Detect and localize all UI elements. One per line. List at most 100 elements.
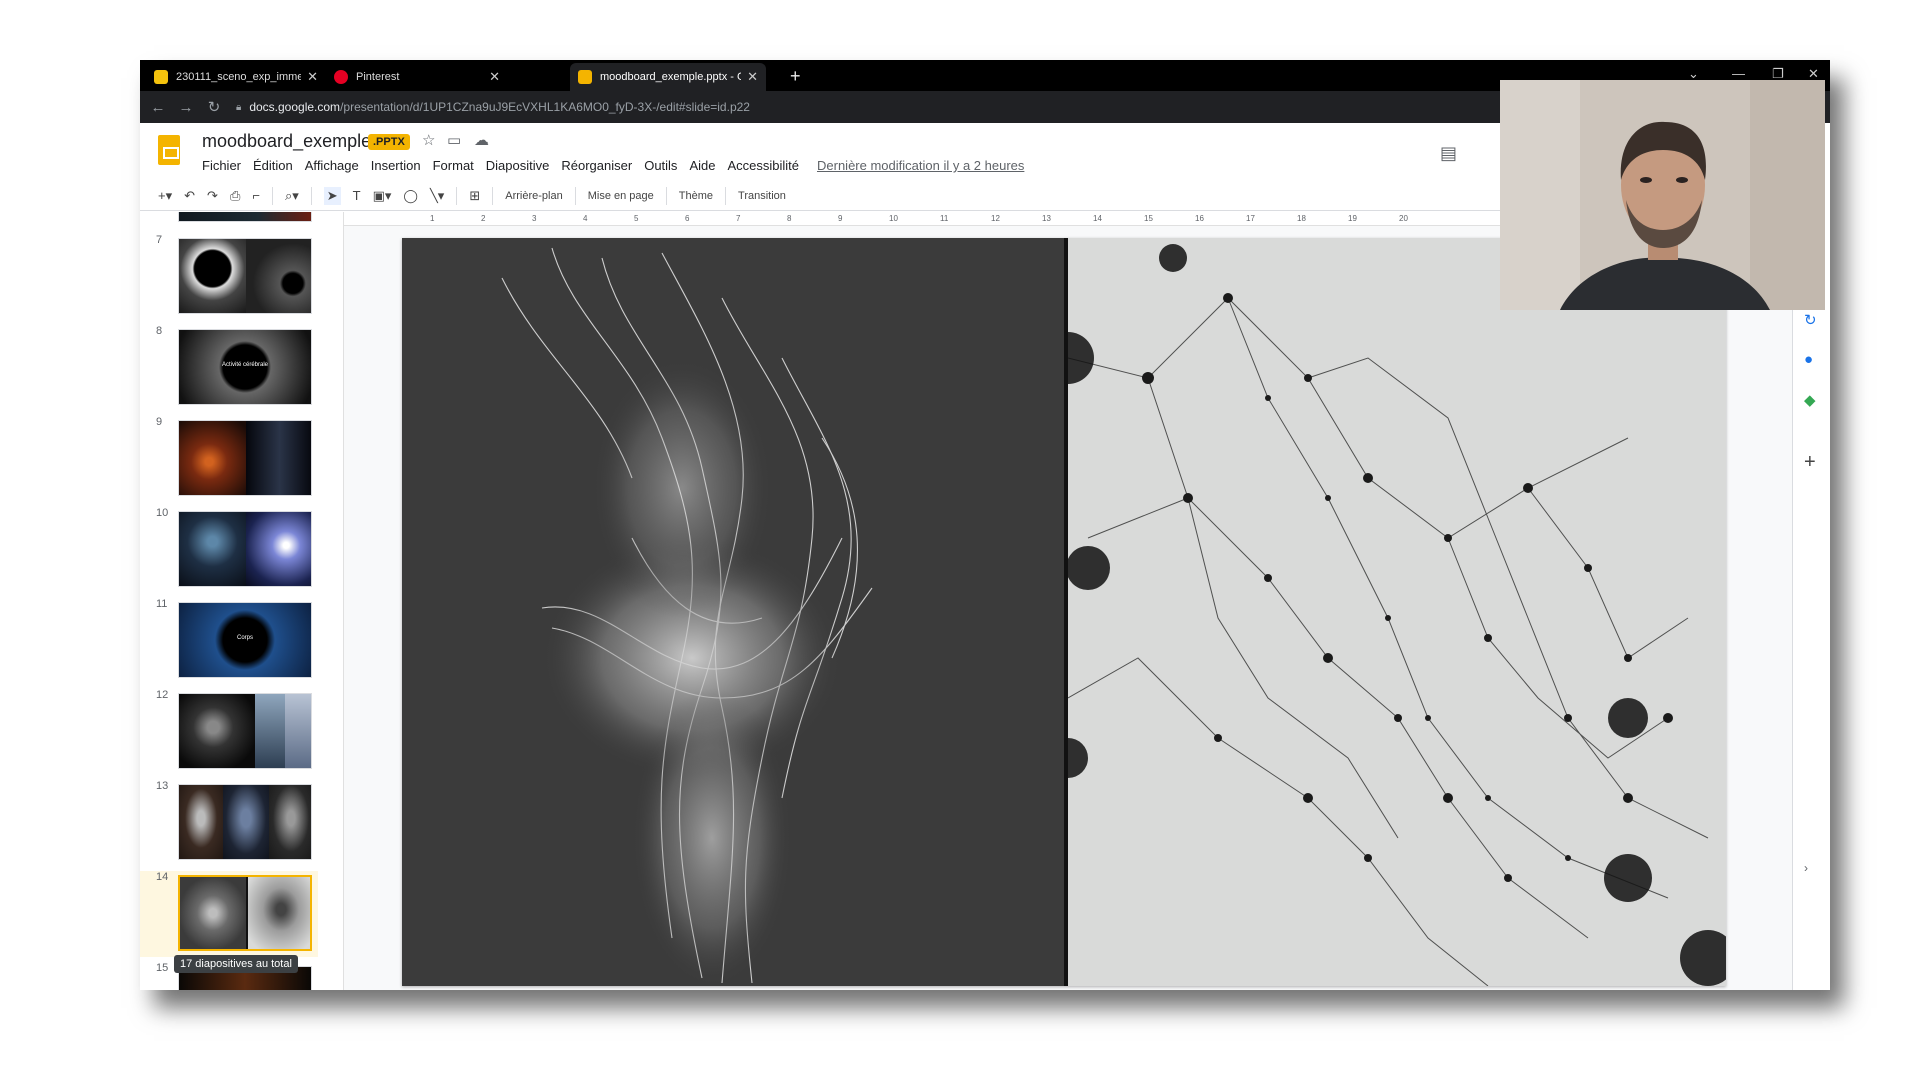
toolbar-divider: [492, 186, 494, 205]
tab-close-icon[interactable]: ✕: [489, 69, 500, 85]
menu-accessibilite[interactable]: Accessibilité: [727, 158, 799, 173]
ruler-tick: 5: [634, 214, 639, 223]
toolbar-divider: [310, 186, 312, 205]
cloud-status-icon: ☁: [474, 132, 489, 149]
slide-number: 8: [156, 325, 163, 337]
add-comment-icon[interactable]: ⊞: [469, 188, 480, 204]
menu-bar: Fichier Édition Affichage Insertion Form…: [202, 158, 1036, 173]
paint-format-icon[interactable]: ⌐: [252, 188, 260, 203]
webcam-overlay: [1500, 80, 1825, 310]
menu-diapositive[interactable]: Diapositive: [486, 158, 550, 173]
slide-image-wire-hands[interactable]: [402, 238, 1064, 986]
minimize-button[interactable]: —: [1732, 66, 1745, 81]
image-icon[interactable]: ▣▾: [373, 188, 392, 204]
ruler-tick: 2: [481, 214, 486, 223]
file-format-badge: .PPTX: [368, 134, 410, 150]
thumbnail-image: Activité cérébrale: [178, 329, 312, 405]
slide-filmstrip: 7 8 Activité cérébrale 9 10 11 Corps 12 …: [140, 212, 318, 990]
miro-favicon-icon: [154, 70, 168, 84]
reload-icon[interactable]: ↻: [200, 98, 228, 116]
new-slide-icon[interactable]: +▾: [158, 188, 172, 204]
slides-logo-icon[interactable]: [158, 135, 180, 165]
browser-tab-moodboard[interactable]: moodboard_exemple.pptx - Goo ✕: [570, 63, 766, 91]
menu-affichage[interactable]: Affichage: [305, 158, 359, 173]
layout-button[interactable]: Mise en page: [588, 190, 654, 202]
slide-thumbnail-10[interactable]: 10: [140, 507, 318, 587]
toolbar-divider: [725, 186, 727, 205]
tab-close-icon[interactable]: ✕: [307, 69, 318, 85]
menu-format[interactable]: Format: [433, 158, 474, 173]
menu-aide[interactable]: Aide: [689, 158, 715, 173]
thumbnail-caption: Activité cérébrale: [221, 362, 269, 368]
redo-icon[interactable]: ↷: [207, 188, 218, 204]
expand-panel-icon[interactable]: ›: [1804, 861, 1808, 875]
screen: 230111_sceno_exp_immer_v01, C ✕ Pinteres…: [0, 0, 1920, 1080]
maps-icon[interactable]: ◆: [1804, 391, 1816, 409]
ruler-tick: 13: [1042, 214, 1051, 223]
ruler-tick: 14: [1093, 214, 1102, 223]
thumbnail-image: [178, 420, 312, 496]
ruler-tick: 4: [583, 214, 588, 223]
add-addon-icon[interactable]: +: [1804, 451, 1816, 474]
slide-number: 10: [156, 507, 169, 519]
slide-thumbnail-11[interactable]: 11 Corps: [140, 598, 318, 678]
network-hand-illustration: [1042, 244, 1726, 986]
slide-thumbnail-13[interactable]: 13: [140, 780, 318, 860]
slide-thumbnail-9[interactable]: 9: [140, 416, 318, 496]
line-icon[interactable]: ╲▾: [430, 188, 444, 204]
menu-reorganiser[interactable]: Réorganiser: [561, 158, 632, 173]
menu-fichier[interactable]: Fichier: [202, 158, 241, 173]
zoom-icon[interactable]: ⌕▾: [285, 188, 299, 204]
back-arrow-icon[interactable]: ←: [144, 99, 172, 116]
document-title[interactable]: moodboard_exemple: [202, 131, 371, 152]
comment-history-icon[interactable]: ▤: [1440, 143, 1457, 164]
shape-icon[interactable]: ◯: [403, 188, 418, 204]
tab-close-icon[interactable]: ✕: [747, 69, 758, 85]
contacts-icon[interactable]: ●: [1804, 351, 1813, 368]
current-slide[interactable]: [402, 238, 1726, 986]
ruler-tick: 19: [1348, 214, 1357, 223]
print-icon[interactable]: ⎙: [230, 188, 240, 204]
ruler-tick: 8: [787, 214, 792, 223]
toolbar-divider: [574, 186, 576, 205]
ruler-tick: 12: [991, 214, 1000, 223]
select-tool-icon[interactable]: ➤: [323, 186, 341, 205]
url-field[interactable]: 🔒︎ docs.google.com /presentation/d/1UP1C…: [236, 95, 1536, 119]
move-folder-icon[interactable]: ▭: [447, 131, 461, 149]
toolbar-divider: [665, 186, 667, 205]
slide-number: 13: [156, 780, 169, 792]
undo-icon[interactable]: ↶: [184, 188, 195, 204]
slide-thumbnail-7[interactable]: 7: [140, 234, 318, 314]
transition-button[interactable]: Transition: [738, 190, 786, 202]
slide-thumbnail-14[interactable]: 14: [140, 871, 318, 957]
ruler-tick: 15: [1144, 214, 1153, 223]
theme-button[interactable]: Thème: [679, 190, 713, 202]
browser-tab-pinterest[interactable]: Pinterest ✕: [326, 63, 508, 91]
ruler-tick: 7: [736, 214, 741, 223]
last-modified-link[interactable]: Dernière modification il y a 2 heures: [817, 158, 1024, 173]
vertical-ruler: [332, 212, 344, 990]
tasks-icon[interactable]: ↻: [1804, 311, 1817, 329]
browser-tab-sceno[interactable]: 230111_sceno_exp_immer_v01, C ✕: [146, 63, 326, 91]
wire-hands-illustration: [501, 247, 873, 986]
tab-title: Pinterest: [356, 71, 400, 83]
menu-insertion[interactable]: Insertion: [371, 158, 421, 173]
forward-arrow-icon[interactable]: →: [172, 99, 200, 116]
slide-thumbnail-12[interactable]: 12: [140, 689, 318, 769]
new-tab-button[interactable]: +: [790, 66, 801, 87]
ruler-tick: 6: [685, 214, 690, 223]
text-box-icon[interactable]: T: [353, 188, 361, 203]
star-icon[interactable]: ☆: [422, 131, 435, 149]
menu-edition[interactable]: Édition: [253, 158, 293, 173]
toolbar-divider: [456, 186, 458, 205]
ruler-tick: 10: [889, 214, 898, 223]
menu-outils[interactable]: Outils: [644, 158, 677, 173]
slide-thumbnail-8[interactable]: 8 Activité cérébrale: [140, 325, 318, 405]
slide-image-network-hand[interactable]: [1042, 238, 1726, 986]
background-button[interactable]: Arrière-plan: [505, 190, 562, 202]
thumbnail-caption: Corps: [236, 635, 253, 641]
slide-number: 14: [156, 871, 169, 883]
slide-thumbnail-6[interactable]: [140, 212, 318, 222]
thumbnail-image: [178, 238, 312, 314]
ruler-tick: 11: [940, 214, 949, 223]
